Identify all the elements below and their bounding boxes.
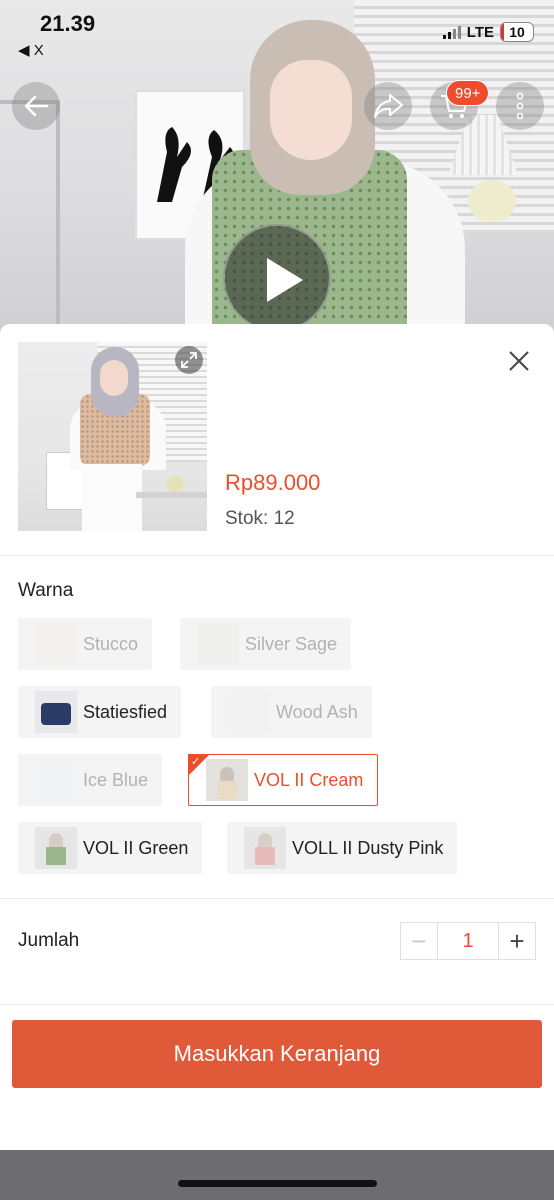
variant-thumbnail bbox=[228, 691, 270, 733]
vase bbox=[468, 180, 516, 222]
variant-label: Silver Sage bbox=[245, 633, 338, 654]
variant-option-statiesfied[interactable]: Statiesfied bbox=[18, 686, 182, 738]
more-options-button[interactable] bbox=[496, 82, 544, 130]
variant-label: Ice Blue bbox=[83, 769, 149, 790]
variant-label: Stucco bbox=[83, 633, 139, 654]
quantity-stepper: − 1 + bbox=[400, 922, 536, 960]
quantity-value[interactable]: 1 bbox=[438, 923, 498, 959]
variant-option-vol-ii-green[interactable]: VOL II Green bbox=[18, 822, 203, 874]
variant-thumbnail bbox=[197, 623, 239, 665]
variant-label: Wood Ash bbox=[276, 701, 358, 722]
quantity-label: Jumlah bbox=[18, 930, 80, 951]
variant-label: VOLL II Dusty Pink bbox=[292, 837, 444, 858]
close-icon bbox=[509, 351, 529, 371]
add-to-cart-button[interactable]: Masukkan Keranjang bbox=[12, 1020, 542, 1088]
variant-option-stucco[interactable]: Stucco bbox=[18, 618, 153, 670]
decrease-quantity-button[interactable]: − bbox=[401, 923, 438, 959]
model-face bbox=[270, 60, 352, 160]
variant-selection-sheet: Rp89.000 Stok: 12 Warna Stucco Silver Sa… bbox=[0, 324, 554, 1150]
variant-option-wood-ash[interactable]: Wood Ash bbox=[211, 686, 372, 738]
expand-icon bbox=[181, 352, 197, 368]
variant-thumbnail bbox=[206, 759, 248, 801]
variant-thumbnail bbox=[244, 827, 286, 869]
close-sheet-button[interactable] bbox=[504, 346, 534, 376]
status-indicators: LTE 10 bbox=[442, 22, 534, 42]
variant-thumbnail bbox=[35, 759, 77, 801]
divider bbox=[0, 555, 554, 556]
arrow-left-icon bbox=[24, 95, 49, 117]
back-button[interactable] bbox=[12, 82, 60, 130]
product-stock: Stok: 12 bbox=[225, 508, 295, 529]
cart-count-badge: 99+ bbox=[446, 80, 490, 106]
divider bbox=[0, 1004, 554, 1005]
divider bbox=[0, 898, 554, 899]
variant-thumbnail bbox=[35, 623, 77, 665]
status-time: 21.39 bbox=[40, 11, 96, 36]
variant-option-silver-sage[interactable]: Silver Sage bbox=[180, 618, 352, 670]
home-indicator[interactable] bbox=[178, 1180, 377, 1187]
variant-option-ice-blue[interactable]: Ice Blue bbox=[18, 754, 163, 806]
more-vertical-icon bbox=[516, 92, 524, 120]
play-video-button[interactable] bbox=[223, 224, 331, 332]
variant-option-voll-ii-dusty-pink[interactable]: VOLL II Dusty Pink bbox=[227, 822, 458, 874]
product-video-background bbox=[0, 0, 554, 340]
variant-label: VOL II Green bbox=[83, 837, 189, 858]
share-icon bbox=[374, 94, 403, 118]
share-button[interactable] bbox=[364, 82, 412, 130]
product-price: Rp89.000 bbox=[225, 470, 321, 495]
battery-level: 10 bbox=[509, 24, 525, 40]
network-label: LTE bbox=[466, 23, 494, 41]
variant-section-title: Warna bbox=[18, 580, 74, 601]
expand-image-button[interactable] bbox=[175, 346, 203, 374]
product-thumbnail[interactable] bbox=[18, 342, 207, 531]
checkmark-icon: ✓ bbox=[191, 756, 201, 768]
variant-label: VOL II Cream bbox=[254, 769, 364, 790]
variant-option-vol-ii-cream[interactable]: ✓ VOL II Cream bbox=[188, 754, 379, 806]
back-to-app-link[interactable]: ◀ X bbox=[18, 41, 44, 59]
signal-icon bbox=[442, 25, 461, 39]
variant-label: Statiesfied bbox=[83, 701, 168, 722]
variant-thumbnail bbox=[35, 827, 77, 869]
shelf bbox=[0, 100, 60, 340]
increase-quantity-button[interactable]: + bbox=[498, 923, 535, 959]
variant-thumbnail bbox=[35, 691, 77, 733]
battery-icon: 10 bbox=[500, 22, 534, 42]
